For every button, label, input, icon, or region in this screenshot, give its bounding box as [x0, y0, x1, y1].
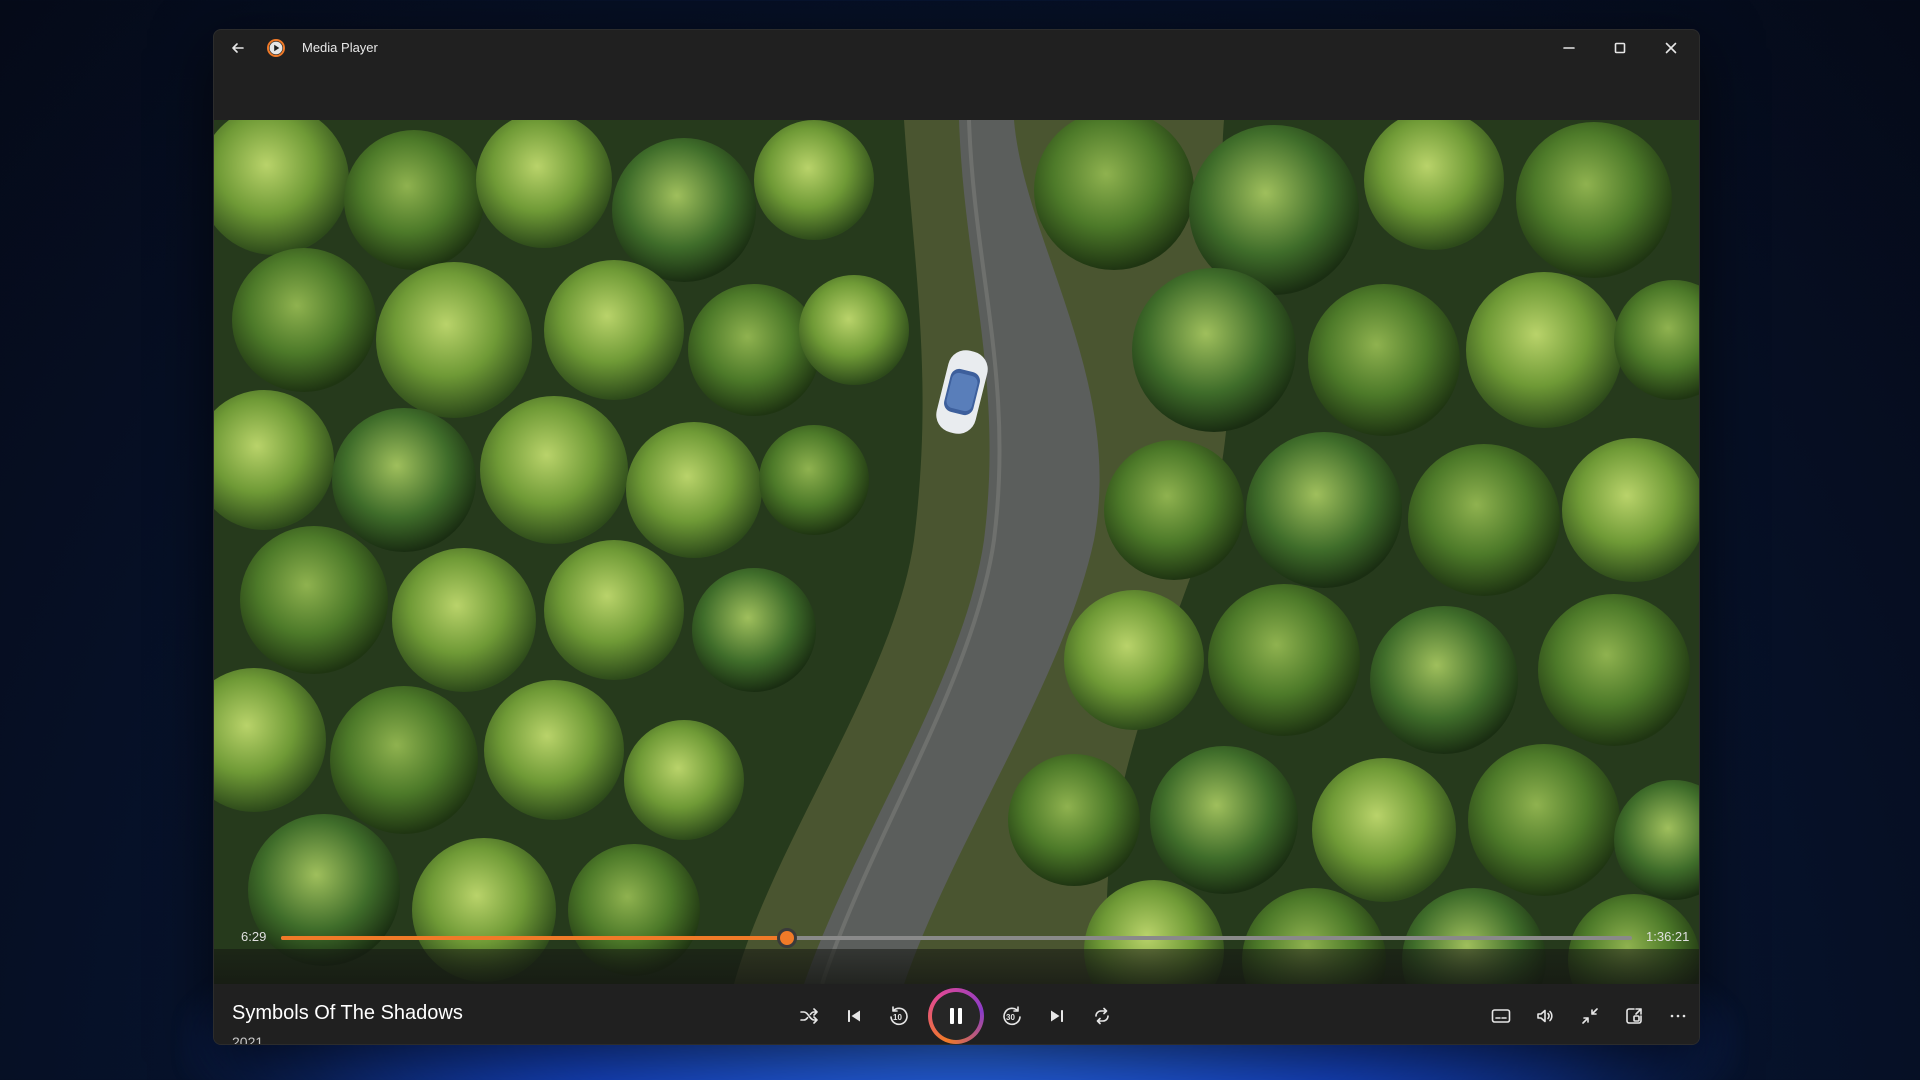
- pause-icon: [950, 1008, 962, 1024]
- seek-bar[interactable]: [281, 928, 1632, 948]
- exit-fullscreen-button[interactable]: [1570, 996, 1610, 1036]
- media-year: 2021: [232, 1034, 264, 1045]
- skip-forward-button[interactable]: 30: [993, 996, 1033, 1036]
- pause-button[interactable]: [928, 988, 984, 1044]
- skip-back-seconds: 10: [893, 1013, 902, 1022]
- repeat-icon: [1095, 1007, 1109, 1025]
- captions-button[interactable]: [1481, 996, 1521, 1036]
- next-button[interactable]: [1037, 996, 1077, 1036]
- close-icon: [1665, 42, 1677, 54]
- seek-progress: [281, 936, 784, 940]
- video-surface[interactable]: [214, 120, 1699, 984]
- skip-back-button[interactable]: 10: [878, 996, 918, 1036]
- seek-bar-background: [214, 949, 1699, 984]
- exit-fullscreen-icon: [1582, 1008, 1598, 1024]
- next-track-icon: [1051, 1010, 1063, 1022]
- arrow-left-icon: [232, 43, 244, 53]
- title-bar: Media Player: [214, 30, 1699, 66]
- back-button[interactable]: [226, 36, 250, 60]
- shuffle-icon: [800, 1008, 818, 1024]
- previous-button[interactable]: [834, 996, 874, 1036]
- more-options-icon: [1670, 1014, 1686, 1018]
- seek-thumb[interactable]: [776, 928, 797, 948]
- minimize-icon: [1563, 47, 1575, 49]
- captions-icon: [1491, 1009, 1511, 1023]
- elapsed-time: 6:29: [241, 929, 267, 944]
- media-player-window: Media Player 6:29 1:36:21 Symbols Of The…: [213, 29, 1700, 1045]
- mini-player-button[interactable]: [1614, 996, 1654, 1036]
- shuffle-button[interactable]: [789, 996, 829, 1036]
- mini-player-icon: [1626, 1008, 1642, 1024]
- minimize-button[interactable]: [1546, 30, 1592, 66]
- maximize-button[interactable]: [1597, 30, 1643, 66]
- repeat-button[interactable]: [1082, 996, 1122, 1036]
- video-frame: [214, 120, 1699, 984]
- media-title: Symbols Of The Shadows: [232, 1002, 463, 1024]
- skip-forward-seconds: 30: [1006, 1013, 1015, 1022]
- transport-bar: Symbols Of The Shadows 2021 10 30: [214, 984, 1699, 1045]
- volume-icon: [1537, 1009, 1553, 1023]
- volume-button[interactable]: [1525, 996, 1565, 1036]
- maximize-icon: [1614, 42, 1626, 54]
- window-title: Media Player: [302, 40, 378, 55]
- total-duration: 1:36:21: [1646, 929, 1690, 944]
- more-options-button[interactable]: [1658, 996, 1698, 1036]
- close-button[interactable]: [1648, 30, 1694, 66]
- previous-track-icon: [848, 1010, 860, 1022]
- media-player-logo: [267, 39, 285, 57]
